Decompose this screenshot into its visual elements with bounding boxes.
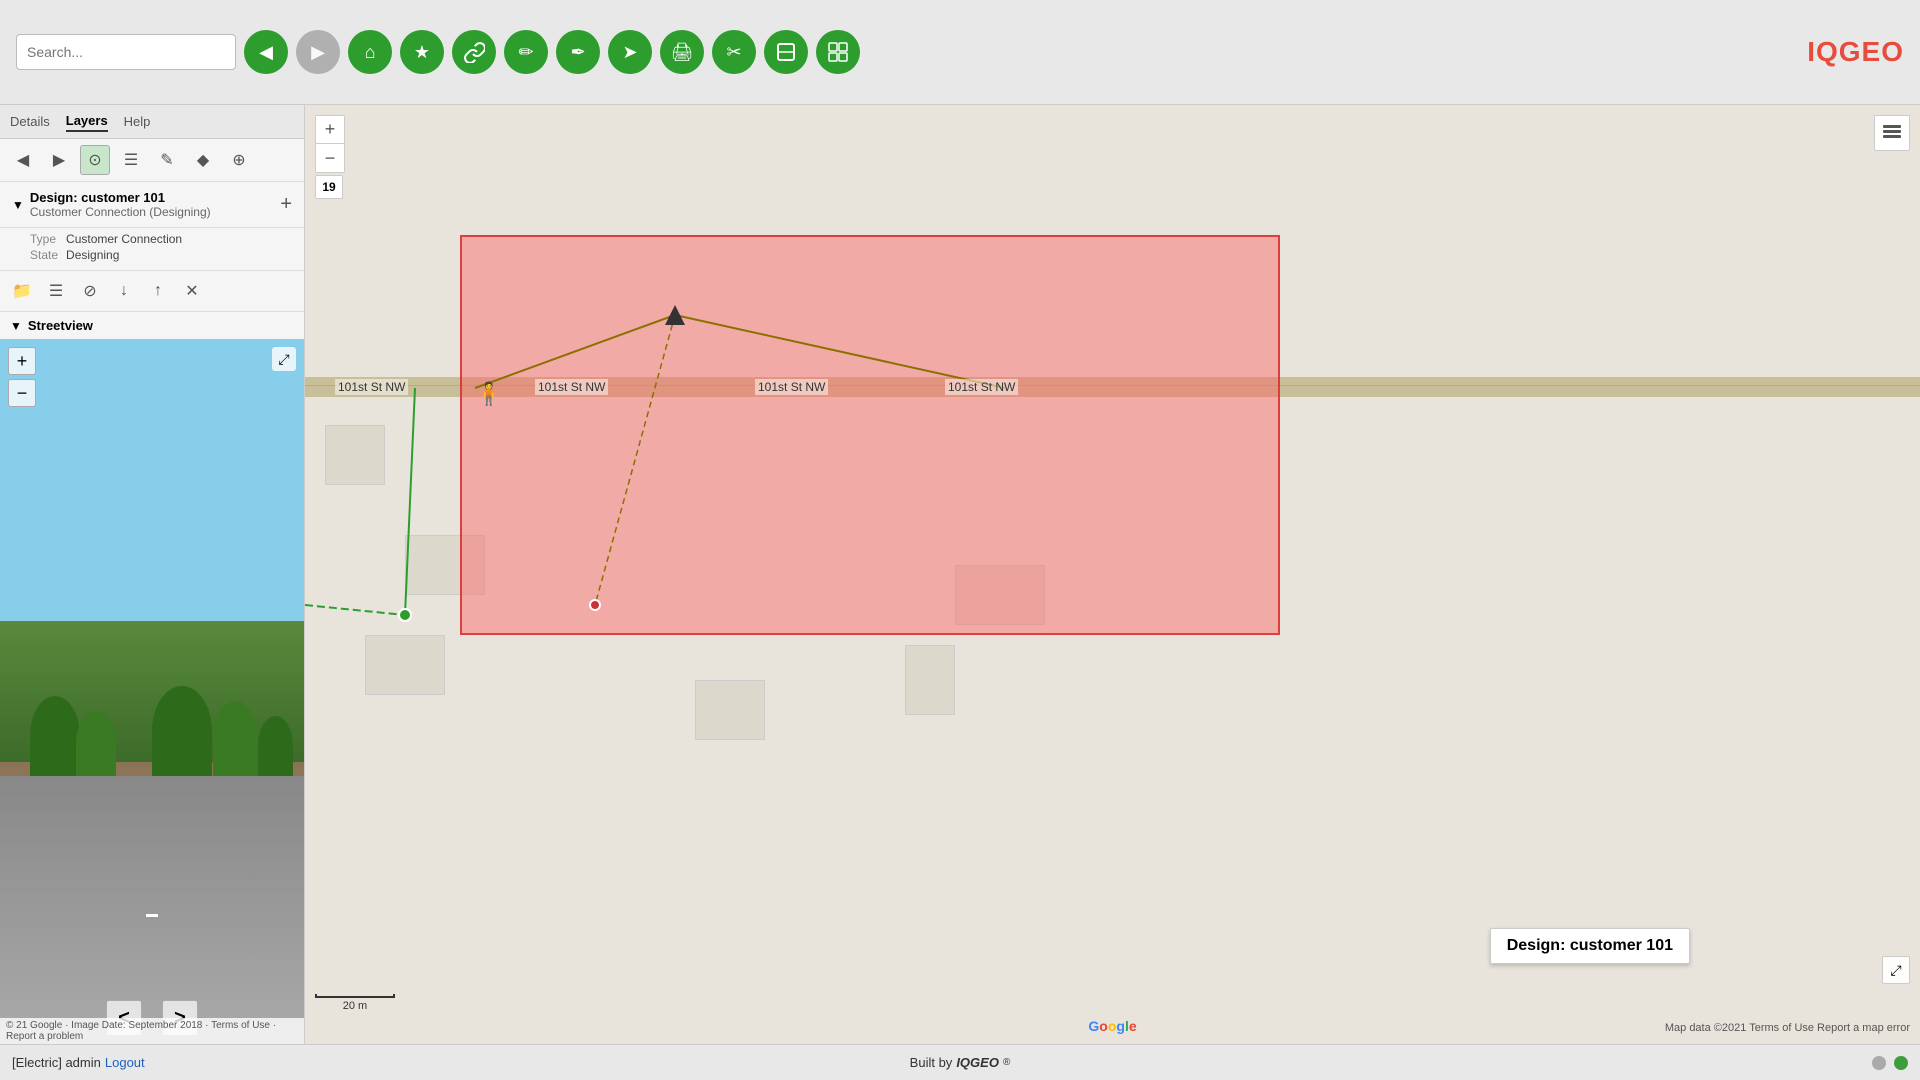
location-button[interactable]: ➤ (608, 30, 652, 74)
road-label-2: 101st St NW (535, 379, 608, 395)
top-bar: ◀ ▶ ⌂ ★ ✏ ✒ ➤ 🖨 ✂ IQGEO (0, 0, 1920, 105)
panel-tag-button[interactable]: ◆ (188, 145, 218, 175)
panel-back-button[interactable]: ◀ (8, 145, 38, 175)
item-actions: 📁 ☰ ⊘ ↓ ↑ ✕ (0, 271, 304, 312)
design-region (460, 235, 1280, 635)
streetview-zoom-out[interactable]: − (8, 379, 36, 407)
streetview-expand-button[interactable]: ⤢ (272, 347, 296, 371)
back-button[interactable]: ◀ (244, 30, 288, 74)
app-logo: IQGEO (1807, 36, 1904, 68)
home-button[interactable]: ⌂ (348, 30, 392, 74)
google-logo: Google (1088, 1018, 1136, 1034)
map-attribution: Map data ©2021 Terms of Use Report a map… (1665, 1022, 1910, 1034)
road-label-1: 101st St NW (335, 379, 408, 395)
scissors-button[interactable]: ✂ (712, 30, 756, 74)
type-value: Customer Connection (66, 232, 292, 246)
map-area[interactable]: 101st St NW 101st St NW 101st St NW 101s… (305, 105, 1920, 1044)
design-item: ▼ Design: customer 101 Customer Connecti… (0, 182, 304, 228)
brand-dot: ® (1003, 1057, 1010, 1068)
person-icon: 🧍 (475, 381, 502, 407)
design-item-chevron[interactable]: ▼ (12, 198, 24, 212)
scale-bar: 20 m (315, 994, 395, 1012)
search-input[interactable] (16, 34, 236, 70)
map-zoom-controls: + − (315, 115, 345, 173)
state-value: Designing (66, 248, 292, 262)
list-view-button[interactable]: ☰ (42, 277, 70, 305)
scale-line (315, 994, 395, 998)
block-button[interactable]: ⊘ (76, 277, 104, 305)
streetview-section: ▼ Streetview + − < (0, 312, 304, 1044)
panel-forward-button[interactable]: ▶ (44, 145, 74, 175)
left-panel: Details Layers Help ◀ ▶ ⊙ ☰ ✎ ◆ ⊕ ▼ Desi… (0, 105, 305, 1044)
panel-edit-button[interactable]: ✎ (152, 145, 182, 175)
map-zoom-out-button[interactable]: − (316, 144, 344, 172)
status-right (1872, 1056, 1908, 1070)
print-button[interactable]: 🖨 (660, 30, 704, 74)
map-expand-button[interactable]: ⤢ (1882, 956, 1910, 984)
streetview-image: + − < > © 21 Google · Image Date: Septem… (0, 339, 304, 1044)
map-block (905, 645, 955, 715)
status-bar: [Electric] admin Logout Built by IQGEO ® (0, 1044, 1920, 1080)
status-logout-link[interactable]: Logout (105, 1055, 145, 1070)
draw-button[interactable]: ✒ (556, 30, 600, 74)
tab-layers[interactable]: Layers (66, 111, 108, 132)
design-item-subtitle: Customer Connection (Designing) (30, 205, 211, 219)
road-label-4: 101st St NW (945, 379, 1018, 395)
design-item-details: Type Customer Connection State Designing (0, 228, 304, 271)
built-by-brand: IQGEO (956, 1055, 999, 1070)
streetview-header[interactable]: ▼ Streetview (0, 312, 304, 339)
move-down-button[interactable]: ↓ (110, 277, 138, 305)
map-zoom-in-button[interactable]: + (316, 116, 344, 144)
built-by-label: Built by (910, 1055, 953, 1070)
streetview-zoom-controls: + − (8, 347, 36, 407)
streetview-zoom-in[interactable]: + (8, 347, 36, 375)
panel-list-button[interactable]: ☰ (116, 145, 146, 175)
streetview-bg: + − < > © 21 Google · Image Date: Septem… (0, 339, 304, 1044)
status-center: Built by IQGEO ® (910, 1055, 1011, 1070)
map-block (365, 635, 445, 695)
bookmark-button[interactable]: ★ (400, 30, 444, 74)
road-label-3: 101st St NW (755, 379, 828, 395)
status-mode: [Electric] admin (12, 1055, 101, 1070)
status-left: [Electric] admin Logout (12, 1055, 145, 1070)
streetview-chevron: ▼ (10, 319, 22, 333)
edit-button[interactable]: ✏ (504, 30, 548, 74)
select-button[interactable] (816, 30, 860, 74)
map-block (325, 425, 385, 485)
design-item-header: ▼ Design: customer 101 Customer Connecti… (12, 190, 292, 219)
design-label-popup: Design: customer 101 (1490, 928, 1690, 964)
panel-tabs: Details Layers Help (0, 105, 304, 139)
forward-button[interactable]: ▶ (296, 30, 340, 74)
streetview-label: Streetview (28, 318, 93, 333)
zoom-level-display: 19 (315, 175, 343, 199)
move-up-button[interactable]: ↑ (144, 277, 172, 305)
status-dot-green (1894, 1056, 1908, 1070)
tab-details[interactable]: Details (10, 112, 50, 131)
panel-search-button[interactable]: ⊕ (224, 145, 254, 175)
streetview-footer: © 21 Google · Image Date: September 2018… (0, 1018, 304, 1044)
link-button[interactable] (452, 30, 496, 74)
state-label: State (30, 248, 58, 262)
design-item-add-button[interactable]: + (280, 193, 292, 216)
map-block (695, 680, 765, 740)
panel-toolbar: ◀ ▶ ⊙ ☰ ✎ ◆ ⊕ (0, 139, 304, 182)
folder-button[interactable]: 📁 (8, 277, 36, 305)
close-item-button[interactable]: ✕ (178, 277, 206, 305)
layer-toggle-button[interactable] (1874, 115, 1910, 151)
panel-select-button[interactable]: ⊙ (80, 145, 110, 175)
design-item-title: Design: customer 101 (30, 190, 211, 205)
scale-text: 20 m (343, 1000, 367, 1012)
tab-help[interactable]: Help (124, 112, 151, 131)
type-label: Type (30, 232, 58, 246)
trim-button[interactable] (764, 30, 808, 74)
status-dot-gray (1872, 1056, 1886, 1070)
